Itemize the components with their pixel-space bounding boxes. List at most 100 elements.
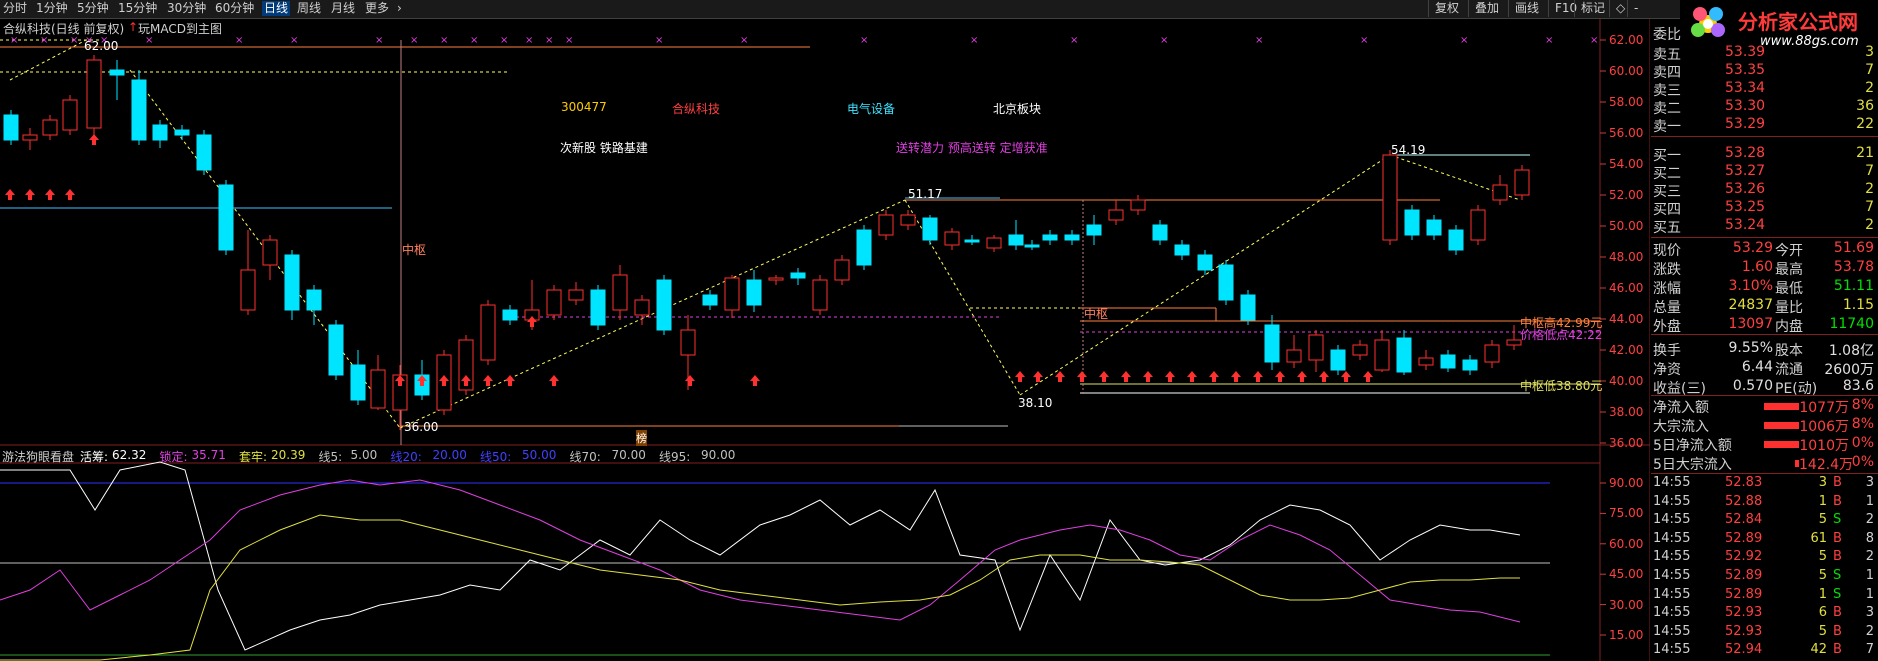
candle-body [900,214,916,226]
kline-chart-area: × × × × × × × × × × × × × × × × × × × × × × × × × × × [0,19,1650,661]
quote-volume: 36 [1856,98,1874,114]
stats-row: 现价 53.29 今开 51.69 [1651,240,1878,259]
up-arrow-icon [685,375,695,386]
stat-label: 内盘 [1775,319,1803,335]
flow-value: 1077万 [1799,400,1849,416]
x-marker: × [1545,35,1553,46]
up-arrow-icon [1341,371,1351,382]
quote-volume: 22 [1856,116,1874,132]
quote-price: 53.34 [1725,80,1766,96]
ask-row[interactable]: 卖一 53.29 22 [1651,116,1878,135]
tick-time: 14:55 [1653,530,1691,546]
flow-label: 大宗流入 [1653,419,1709,435]
tick-side: B [1833,475,1842,490]
indicator-legend-value: 50.00 [522,448,557,462]
price-axis-label: 36.00 [1609,436,1644,450]
tick-row: 14:55 52.89 5 S 1 [1651,568,1878,587]
flow-pct: 8% [1851,397,1874,413]
price-axis-label: 40.00 [1609,374,1644,388]
ask-row[interactable]: 卖二 53.30 36 [1651,98,1878,117]
flow-value: 1010万 [1799,438,1849,454]
stat-value: 13097 [1728,316,1773,332]
candle-body [1330,349,1346,371]
stat-label: 总量 [1653,300,1681,316]
zhongshu-low-label: 中枢低38.80元 [1520,379,1603,393]
candle-body [1197,254,1213,271]
concepts-label: 次新股 铁路基建 [560,141,648,155]
signals-label: 送转潜力 预高送转 定增获准 [896,141,1048,155]
ask-row[interactable]: 卖五 53.39 3 [1651,44,1878,63]
candle-body [42,119,58,136]
stat-value: 24837 [1728,297,1773,313]
price-axis-label: 38.00 [1609,405,1644,419]
macd-label[interactable]: 玩MACD到主图 [138,20,222,37]
bid-row[interactable]: 买一 53.28 21 [1651,145,1878,164]
stat-value: 0.570 [1732,378,1773,394]
tick-price: 52.84 [1725,512,1763,528]
zhongshu-label-1: 中枢 [402,243,427,257]
bid-row[interactable]: 买三 53.26 2 [1651,181,1878,200]
stock-name: 合纵科技 [672,102,721,116]
indicator-legend-value: 70.00 [611,448,646,462]
tick-price: 52.89 [1725,568,1763,583]
tick-row: 14:55 52.89 1 S 1 [1651,587,1878,606]
tick-time: 14:55 [1653,623,1691,639]
weibi-label: 委比 [1653,27,1681,43]
region-label: 北京板块 [993,102,1042,116]
price-axis-label: 44.00 [1609,312,1644,326]
quote-label: 卖五 [1653,47,1681,63]
flow-value: 1006万 [1799,419,1849,435]
tick-row: 14:55 52.84 5 S 2 [1651,512,1878,531]
indicator-axis-label: 90.00 [1609,476,1644,490]
quote-price: 53.24 [1725,217,1766,233]
candle-body [86,59,102,129]
ask-row[interactable]: 卖四 53.35 7 [1651,62,1878,81]
candle-body [1240,294,1256,321]
ask-row[interactable]: 卖三 53.34 2 [1651,80,1878,99]
up-arrow-icon [505,375,515,386]
bang-badge: 榜 [636,430,647,446]
tick-side: S [1833,512,1842,528]
candle-body [240,269,256,311]
candle-body [1130,199,1146,211]
quote-price: 53.26 [1725,181,1766,197]
flow-bar [1763,441,1799,448]
tick-count: 1 [1865,586,1874,602]
stats-row: 换手 9.55% 股本 1.08亿 [1651,340,1878,359]
tick-side: B [1833,549,1842,565]
bid-row[interactable]: 买二 53.27 7 [1651,163,1878,182]
x-marker: × [440,35,448,46]
quote-volume: 2 [1865,181,1874,197]
bid-row[interactable]: 买五 53.24 2 [1651,217,1878,236]
indicator-legend-label: 线70: [569,450,601,464]
candle-body [131,79,147,141]
x-marker: × [1460,35,1468,46]
candle-body [834,259,850,281]
candle-body [856,229,872,266]
bid-row[interactable]: 买四 53.25 7 [1651,199,1878,218]
flow-value: 142.4万 [1799,457,1854,473]
tick-volume: 1 [1818,586,1827,602]
candle-body [812,279,828,311]
price-low-label: 价格低点42.22 [1520,328,1603,342]
indicator-axis-label: 75.00 [1609,506,1644,521]
candle-body [944,231,960,246]
tick-volume: 5 [1818,568,1827,583]
up-arrow-icon [549,375,559,386]
candle-body [922,217,938,241]
quote-label: 买五 [1653,220,1681,236]
up-arrow-icon [1363,371,1373,382]
indicator-legend-label: 线50: [480,450,512,464]
top-markers: × × × × × × × × × × × × × × × × × × × × × × × × × × × [10,35,1598,46]
candle-body [262,239,278,266]
x-marker: × [740,35,748,46]
up-arrow-icon [1209,371,1219,382]
quote-volume: 2 [1865,217,1874,233]
candle-body [1440,354,1456,369]
up-arrow-icon [1165,371,1175,382]
quote-label: 卖一 [1653,119,1681,135]
up-arrow-icon [25,189,35,200]
up-arrow-icon [1297,371,1307,382]
capital-flow-row: 5日净流入额 1010万 0% [1651,435,1878,454]
candle-body [1470,209,1486,241]
